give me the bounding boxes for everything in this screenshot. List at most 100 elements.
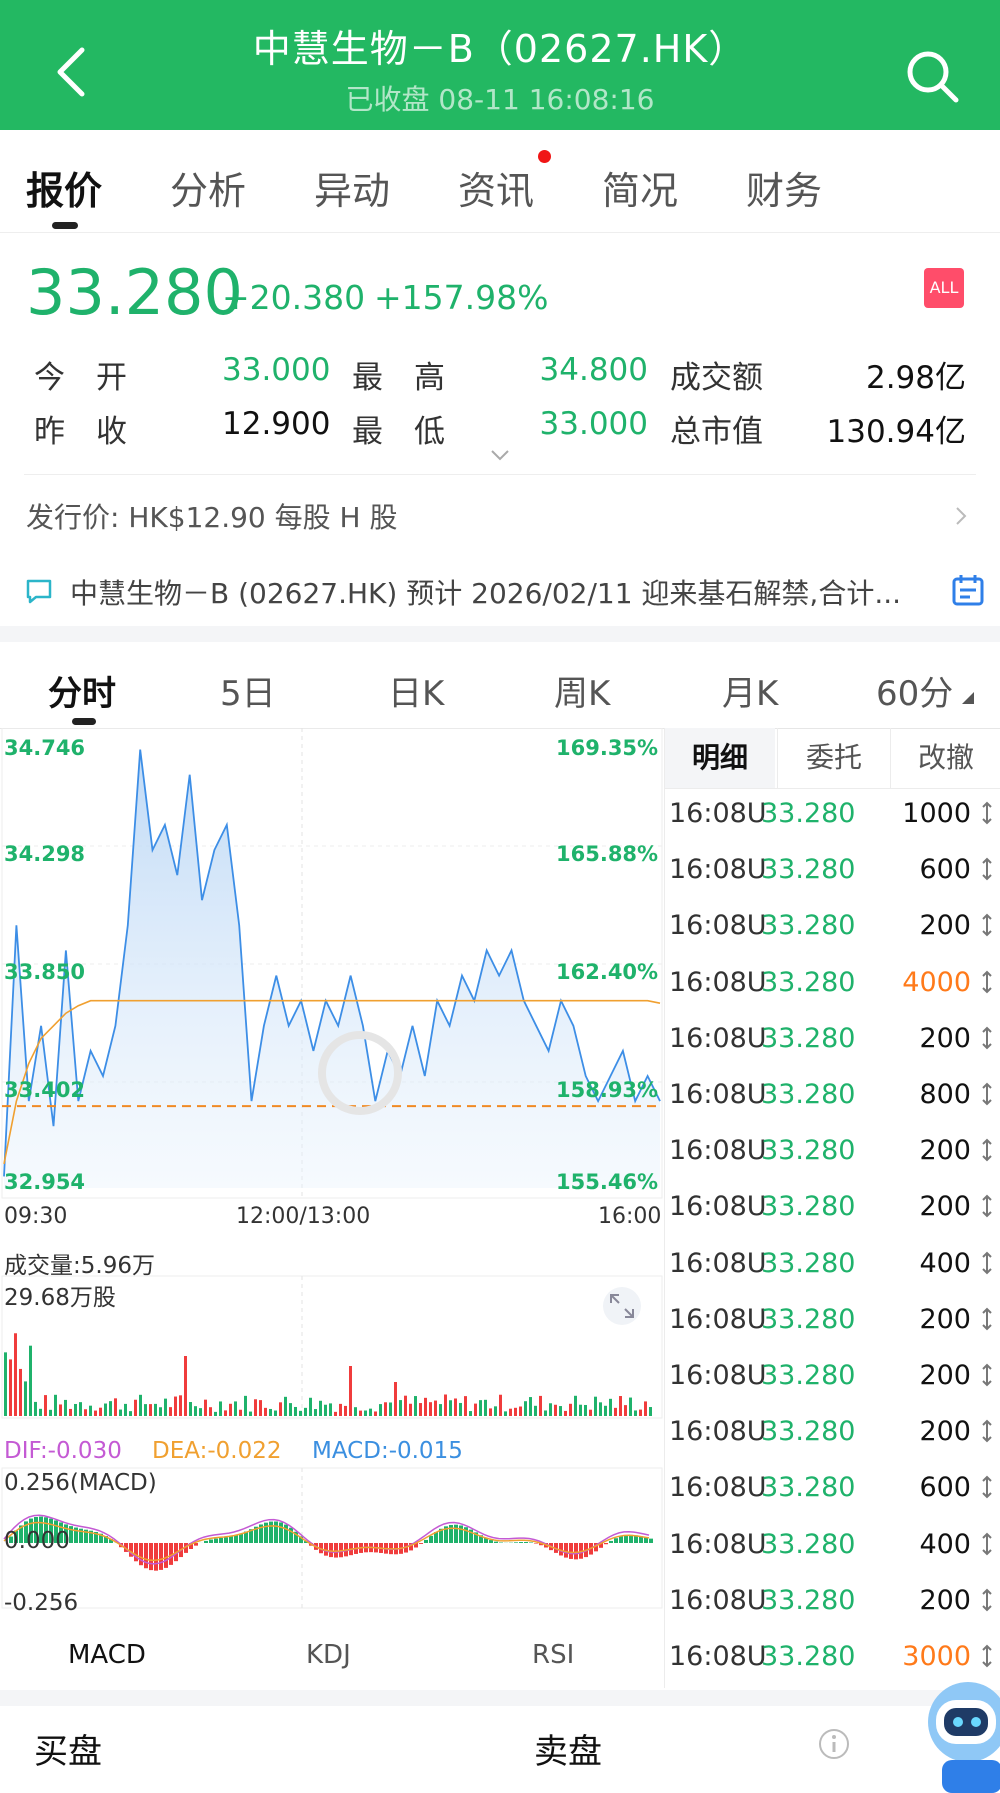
trade-time: 16:08U bbox=[669, 966, 767, 998]
volume-bar bbox=[84, 1409, 87, 1416]
macd-bar bbox=[619, 1536, 623, 1543]
divider bbox=[24, 474, 976, 475]
price-axis-label: 32.954 bbox=[4, 1170, 86, 1194]
volume-bar bbox=[224, 1410, 227, 1416]
volume-bar bbox=[109, 1401, 112, 1416]
tab-analysis[interactable]: 分析 bbox=[170, 160, 246, 215]
trade-row: 16:08U 33.280 4000 bbox=[665, 957, 1000, 1013]
trade-time: 16:08U bbox=[669, 1416, 767, 1448]
volume-label: 成交量:5.96万 bbox=[4, 1253, 155, 1279]
up-down-arrow-icon bbox=[982, 1194, 992, 1218]
trade-time: 16:08U bbox=[669, 1303, 767, 1335]
chart-tab-monthly[interactable]: 月K bbox=[722, 666, 778, 715]
volume-bar bbox=[569, 1403, 572, 1416]
volume-bar bbox=[369, 1408, 372, 1416]
issue-price[interactable]: 发行价: HK$12.90 每股 H 股 bbox=[26, 496, 397, 536]
volume-bar bbox=[619, 1396, 622, 1416]
chart-tab-intraday[interactable]: 分时 bbox=[48, 666, 116, 715]
tab-finance[interactable]: 财务 bbox=[746, 160, 822, 215]
indicator-tab-kdj[interactable]: KDJ bbox=[306, 1640, 351, 1670]
volume-bar bbox=[544, 1410, 547, 1416]
trade-volume: 200 bbox=[919, 1584, 971, 1616]
volume-bar bbox=[399, 1400, 402, 1416]
trade-price: 33.280 bbox=[761, 910, 856, 942]
volume-bar bbox=[449, 1400, 452, 1416]
chevron-right-icon[interactable] bbox=[954, 505, 968, 527]
tab-profile[interactable]: 简况 bbox=[602, 160, 678, 215]
chart-tab-underline bbox=[72, 718, 96, 725]
indicator-tab-macd[interactable]: MACD bbox=[68, 1640, 146, 1670]
macd-bar bbox=[209, 1539, 213, 1543]
volume-bar bbox=[154, 1403, 157, 1416]
chart-tab-weekly[interactable]: 周K bbox=[554, 666, 610, 715]
intraday-chart[interactable]: 34.746 34.298 33.850 33.402 32.954 169.3… bbox=[0, 728, 664, 1628]
dropdown-triangle-icon[interactable] bbox=[962, 692, 974, 704]
news-ticker[interactable]: 中慧生物－B (02627.HK) 预计 2026/02/11 迎来基石解禁,合… bbox=[70, 572, 940, 612]
macd-bar bbox=[624, 1535, 628, 1543]
tab-news[interactable]: 资讯 bbox=[458, 160, 534, 215]
volume-bar bbox=[264, 1407, 267, 1416]
chart-tab-60min[interactable]: 60分 bbox=[876, 666, 953, 715]
trade-price: 33.280 bbox=[761, 1641, 856, 1672]
tab-movement[interactable]: 异动 bbox=[314, 160, 390, 215]
trade-row: 16:08U 33.280 200 bbox=[665, 1406, 1000, 1462]
macd-value-label: MACD:-0.015 bbox=[312, 1438, 463, 1464]
trade-volume: 3000 bbox=[902, 1641, 971, 1672]
up-down-arrow-icon bbox=[982, 1026, 992, 1050]
volume-bar bbox=[529, 1397, 532, 1416]
volume-bar bbox=[359, 1410, 362, 1416]
volume-bar bbox=[424, 1397, 427, 1416]
expand-chevron-icon[interactable] bbox=[490, 448, 510, 462]
market-all-badge[interactable]: ALL bbox=[924, 268, 964, 308]
volume-bar bbox=[334, 1411, 337, 1416]
volume-bar bbox=[339, 1403, 342, 1416]
detail-tabs: 明细 委托 改撤 bbox=[665, 728, 1000, 789]
trade-volume: 600 bbox=[919, 854, 971, 886]
expand-icon[interactable] bbox=[602, 1286, 642, 1326]
trade-row: 16:08U 33.280 200 bbox=[665, 1575, 1000, 1631]
volume-bar bbox=[374, 1411, 377, 1416]
volume-bar bbox=[199, 1408, 202, 1416]
trade-row: 16:08U 33.280 1000 bbox=[665, 788, 1000, 844]
chart-tab-daily[interactable]: 日K bbox=[388, 666, 444, 715]
volume-bar bbox=[434, 1400, 437, 1416]
volume-bar bbox=[219, 1401, 222, 1416]
volume-bar bbox=[589, 1409, 592, 1416]
detail-tab-ticks[interactable]: 明细 bbox=[665, 728, 775, 788]
volume-bar bbox=[164, 1398, 167, 1416]
macd-bar bbox=[519, 1542, 523, 1543]
tab-quote[interactable]: 报价 bbox=[26, 160, 102, 215]
chart-tab-5day[interactable]: 5日 bbox=[220, 666, 276, 715]
active-tab-underline bbox=[52, 222, 78, 229]
volume-bar bbox=[494, 1406, 497, 1416]
trade-volume: 4000 bbox=[902, 966, 971, 998]
volume-bar bbox=[419, 1403, 422, 1416]
section-gap bbox=[0, 626, 1000, 642]
macd-bar bbox=[609, 1540, 613, 1543]
volume-bar bbox=[459, 1402, 462, 1416]
indicator-tab-rsi[interactable]: RSI bbox=[532, 1640, 574, 1670]
volume-bar bbox=[624, 1405, 627, 1416]
trade-row: 16:08U 33.280 600 bbox=[665, 1462, 1000, 1518]
trade-price: 33.280 bbox=[761, 1022, 856, 1054]
detail-tab-cancels[interactable]: 改撤 bbox=[891, 728, 1000, 788]
sell-side-label[interactable]: 卖盘 bbox=[534, 1724, 602, 1773]
up-down-arrow-icon bbox=[982, 1419, 992, 1443]
volume-bars bbox=[4, 1333, 652, 1416]
volume-bar bbox=[139, 1394, 142, 1416]
search-icon[interactable] bbox=[904, 48, 960, 104]
volume-bar bbox=[89, 1405, 92, 1416]
volume-bar bbox=[174, 1396, 177, 1416]
calendar-icon[interactable] bbox=[950, 572, 986, 608]
trade-price: 33.280 bbox=[761, 854, 856, 886]
detail-tab-orders[interactable]: 委托 bbox=[777, 728, 891, 788]
volume-bar bbox=[559, 1406, 562, 1416]
assistant-robot-icon[interactable] bbox=[912, 1670, 1000, 1793]
low-value: 33.000 bbox=[539, 406, 648, 442]
trade-volume: 200 bbox=[919, 1416, 971, 1448]
volume-bar bbox=[519, 1406, 522, 1416]
buy-side-label[interactable]: 买盘 bbox=[34, 1724, 102, 1773]
info-icon[interactable] bbox=[818, 1728, 850, 1760]
macd-bottom-label: -0.256 bbox=[4, 1590, 79, 1616]
macd-bar bbox=[149, 1543, 153, 1571]
